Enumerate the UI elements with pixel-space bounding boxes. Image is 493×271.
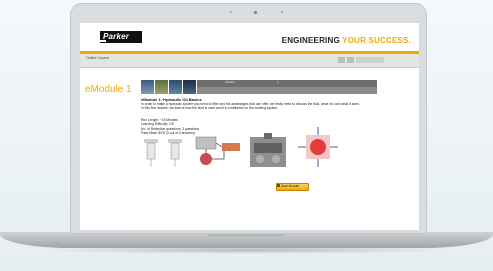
hydraulic-circuit-diagram [195, 136, 240, 165]
home-icon[interactable] [338, 57, 345, 63]
laptop-screen: Parker ENGINEERING YOUR SUCCESS. Online … [80, 23, 419, 230]
sensor-dot [230, 11, 232, 13]
webcam [254, 11, 257, 14]
tagline-main: ENGINEERING [281, 36, 343, 45]
search-input[interactable] [356, 57, 384, 63]
module-progress-sub [197, 87, 377, 94]
nav-item-online-course[interactable]: Online Course [86, 56, 109, 60]
thumbnail-1[interactable] [141, 80, 154, 94]
heat-diagram [298, 127, 338, 167]
tagline: ENGINEERING YOUR SUCCESS. [282, 36, 411, 45]
module-title: eModule 1 [85, 84, 132, 95]
play-icon [277, 184, 280, 187]
strip-label: eModule [225, 81, 235, 84]
module-description: In order to make a hydraulic system you … [141, 102, 360, 111]
nav-tools [338, 57, 384, 63]
info-pass-mark: Pass Mark: 80% (3 out of 4 answers) [141, 131, 196, 136]
start-module-label: Start Module [281, 184, 300, 188]
module-thumbnails [141, 80, 196, 94]
thumbnail-4[interactable] [183, 80, 196, 94]
help-icon[interactable] [347, 57, 354, 63]
module-info: Run Length: ~15 Minutes Learning Difficu… [141, 118, 199, 136]
filter-diagram [144, 139, 182, 167]
site-header: Parker ENGINEERING YOUR SUCCESS. [80, 23, 419, 51]
logo-text: Parker [103, 32, 130, 41]
thumbnail-3[interactable] [169, 80, 182, 94]
thumbnail-2[interactable] [155, 80, 168, 94]
valve-photo [250, 133, 286, 167]
tagline-accent: YOUR SUCCESS. [342, 36, 411, 45]
strip-label: 2 [277, 81, 279, 84]
sensor-dot [281, 11, 283, 13]
